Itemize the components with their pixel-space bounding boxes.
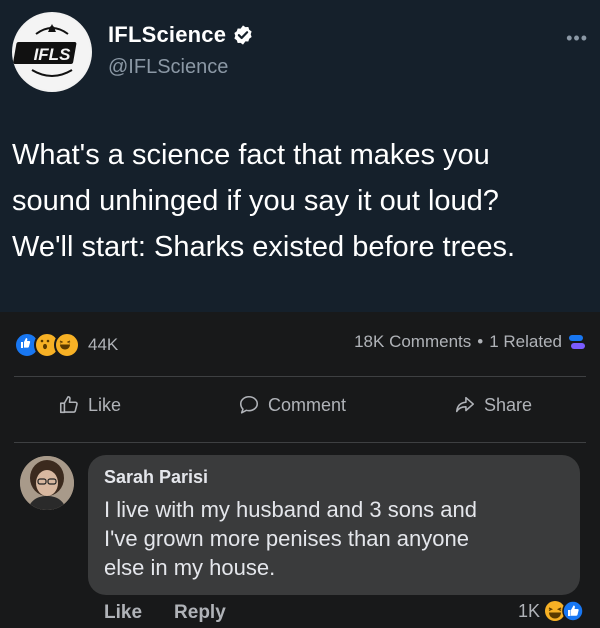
tweet-text-line: sound unhinged if you say it out loud? — [12, 185, 499, 217]
author-handle[interactable]: @IFLScience — [108, 56, 228, 79]
comments-info: 18K Comments • 1 Related — [354, 332, 586, 352]
separator-dot: • — [477, 332, 484, 351]
tweet-card: IFLS IFLScience @IFLScience ••• What's a… — [0, 0, 600, 312]
comment-text: I live with my husband and 3 sons and I'… — [104, 495, 574, 582]
comment-bubble: Sarah Parisi I live with my husband and … — [88, 455, 580, 595]
tweet-text: What's a science fact that makes you sou… — [12, 132, 592, 270]
comments-count-link[interactable]: 18K Comments — [354, 332, 471, 352]
share-arrow-icon — [455, 396, 475, 413]
commenter-name[interactable]: Sarah Parisi — [104, 467, 208, 488]
related-icon — [569, 335, 585, 349]
commenter-photo-icon — [20, 456, 74, 510]
divider — [14, 376, 586, 377]
post-stats: 44K 18K Comments • 1 Related — [0, 312, 600, 374]
haha-reaction-icon — [54, 332, 80, 358]
comment-actions: Like Reply — [104, 602, 226, 624]
comment-button[interactable]: Comment — [238, 394, 346, 416]
divider — [14, 442, 586, 443]
reaction-count: 44K — [88, 335, 119, 354]
comment-bubble-icon — [239, 395, 259, 414]
facebook-post-footer: 44K 18K Comments • 1 Related Like Commen… — [0, 312, 600, 628]
ifls-logo-icon: IFLS — [13, 14, 90, 90]
comment-reactions[interactable]: 1K — [518, 600, 584, 622]
like-button[interactable]: Like — [58, 394, 121, 416]
thumbs-up-icon — [59, 395, 78, 414]
iflscience-avatar[interactable]: IFLS — [12, 12, 92, 92]
author-display-name[interactable]: IFLScience — [108, 22, 226, 48]
comment-like-button[interactable]: Like — [104, 602, 142, 624]
author-name-row: IFLScience — [108, 22, 254, 48]
reactions-summary[interactable]: 44K — [14, 332, 118, 358]
commenter-avatar[interactable] — [20, 456, 74, 510]
tweet-text-line: We'll start: Sharks existed before trees… — [12, 231, 516, 263]
comment-reaction-count: 1K — [517, 600, 540, 621]
comment-label: Comment — [268, 394, 347, 415]
share-button[interactable]: Share — [454, 394, 532, 416]
tweet-text-line: What's a science fact that makes you — [12, 139, 490, 171]
like-label: Like — [88, 394, 122, 415]
like-reaction-icon — [562, 600, 584, 622]
svg-text:IFLS: IFLS — [34, 45, 71, 64]
comment-text-line: I've grown more penises than anyone — [104, 526, 469, 551]
comment-text-line: else in my house. — [104, 555, 276, 580]
related-link[interactable]: 1 Related — [489, 332, 562, 352]
comment-reply-button[interactable]: Reply — [174, 602, 226, 624]
verified-badge-icon — [234, 25, 252, 45]
share-label: Share — [484, 394, 533, 415]
post-actions: Like Comment Share — [0, 378, 600, 440]
more-icon[interactable]: ••• — [566, 28, 588, 49]
comment-text-line: I live with my husband and 3 sons and — [104, 497, 478, 522]
